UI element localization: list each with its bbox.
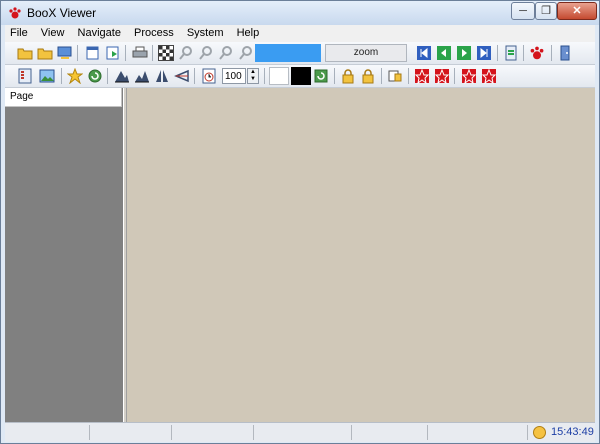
number-spinner[interactable]: ▲ ▼ xyxy=(247,68,259,84)
restore-button[interactable]: ❐ xyxy=(535,2,557,20)
refresh-icon[interactable] xyxy=(87,68,103,84)
status-cell xyxy=(89,425,172,440)
last-page-icon[interactable] xyxy=(476,45,492,61)
title-bar: BooX Viewer ─ ❐ ✕ xyxy=(1,1,599,25)
toolbar-separator xyxy=(408,68,409,84)
status-bar: 15:43:49 xyxy=(5,422,595,442)
timer-icon[interactable] xyxy=(201,68,217,84)
mountain-icon[interactable] xyxy=(114,68,130,84)
clock-icon xyxy=(533,426,546,439)
prev-page-icon[interactable] xyxy=(436,45,452,61)
toolbar-separator xyxy=(61,68,62,84)
print-icon[interactable] xyxy=(132,45,148,61)
lock-icon[interactable] xyxy=(340,68,356,84)
toolbar-separator xyxy=(77,45,78,61)
red-star-icon[interactable] xyxy=(461,68,477,85)
secondary-toolbar: ▲▼ xyxy=(5,65,595,88)
zoom-fit-icon[interactable] xyxy=(218,45,234,61)
menu-navigate[interactable]: Navigate xyxy=(73,25,126,39)
zoom-in-icon[interactable] xyxy=(178,45,194,61)
book-icon[interactable] xyxy=(503,45,519,61)
red-star-icon[interactable] xyxy=(481,68,497,85)
close-button[interactable]: ✕ xyxy=(557,2,597,20)
mirror-icon[interactable] xyxy=(154,68,170,84)
black-color-swatch[interactable] xyxy=(291,67,311,85)
open-monitor-icon[interactable] xyxy=(57,45,73,61)
red-star-icon[interactable] xyxy=(414,68,430,85)
new-page-icon[interactable] xyxy=(85,45,101,61)
zoom-reset-icon[interactable] xyxy=(238,45,254,61)
toolbar-separator xyxy=(497,45,498,61)
toolbar-separator xyxy=(264,68,265,84)
zoom-out-icon[interactable] xyxy=(198,45,214,61)
toolbar-separator xyxy=(107,68,108,84)
status-cell xyxy=(351,425,428,440)
checker-pattern-icon[interactable] xyxy=(158,45,174,61)
zoom-level-bar[interactable] xyxy=(255,44,321,62)
star-icon[interactable] xyxy=(66,67,84,85)
toolbar-separator xyxy=(125,45,126,61)
minimize-button[interactable]: ─ xyxy=(511,2,535,20)
page-column-header[interactable]: Page xyxy=(5,88,122,107)
exit-icon[interactable] xyxy=(557,45,573,61)
layers-icon[interactable] xyxy=(17,68,33,84)
menu-view[interactable]: View xyxy=(36,25,70,39)
toolbar-separator xyxy=(454,68,455,84)
menu-help[interactable]: Help xyxy=(232,25,265,39)
page-sidebar[interactable]: Page xyxy=(5,88,123,422)
zoom-field[interactable]: zoom xyxy=(325,44,407,62)
next-page-icon[interactable] xyxy=(456,45,472,61)
page-header-label: Page xyxy=(10,91,34,102)
status-cell xyxy=(427,425,528,440)
picture-icon[interactable] xyxy=(39,68,55,84)
paw-icon xyxy=(9,7,21,19)
toolbar-separator xyxy=(194,68,195,84)
toolbar-separator xyxy=(381,68,382,84)
flip-icon[interactable] xyxy=(174,68,190,84)
status-cell xyxy=(253,425,352,440)
menu-system[interactable]: System xyxy=(182,25,229,39)
menu-bar: File View Navigate Process System Help xyxy=(5,25,595,42)
toolbar-separator xyxy=(523,45,524,61)
window-title: BooX Viewer xyxy=(27,6,97,20)
toolbar-separator xyxy=(152,45,153,61)
export-icon[interactable] xyxy=(105,45,121,61)
mountain-icon[interactable] xyxy=(134,68,150,84)
document-viewer-area[interactable] xyxy=(127,88,595,422)
status-cell xyxy=(171,425,254,440)
lock-icon[interactable] xyxy=(360,68,376,84)
status-cell xyxy=(5,425,90,440)
toolbar-separator xyxy=(551,45,552,61)
paw-icon[interactable] xyxy=(529,45,545,61)
status-time: 15:43:49 xyxy=(551,426,594,438)
app-window: BooX Viewer ─ ❐ ✕ File View Navigate Pro… xyxy=(0,0,600,444)
menu-process[interactable]: Process xyxy=(129,25,179,39)
main-toolbar: zoom xyxy=(5,42,595,65)
number-input[interactable] xyxy=(222,68,246,84)
red-star-icon[interactable] xyxy=(434,68,450,85)
open-folder-icon[interactable] xyxy=(37,45,53,61)
stamp-icon[interactable] xyxy=(387,68,403,84)
toolbar-separator xyxy=(334,68,335,84)
rotate-icon[interactable] xyxy=(313,68,329,84)
open-folder-icon[interactable] xyxy=(17,45,33,61)
first-page-icon[interactable] xyxy=(416,45,432,61)
white-color-swatch[interactable] xyxy=(269,67,289,85)
menu-file[interactable]: File xyxy=(5,25,33,39)
